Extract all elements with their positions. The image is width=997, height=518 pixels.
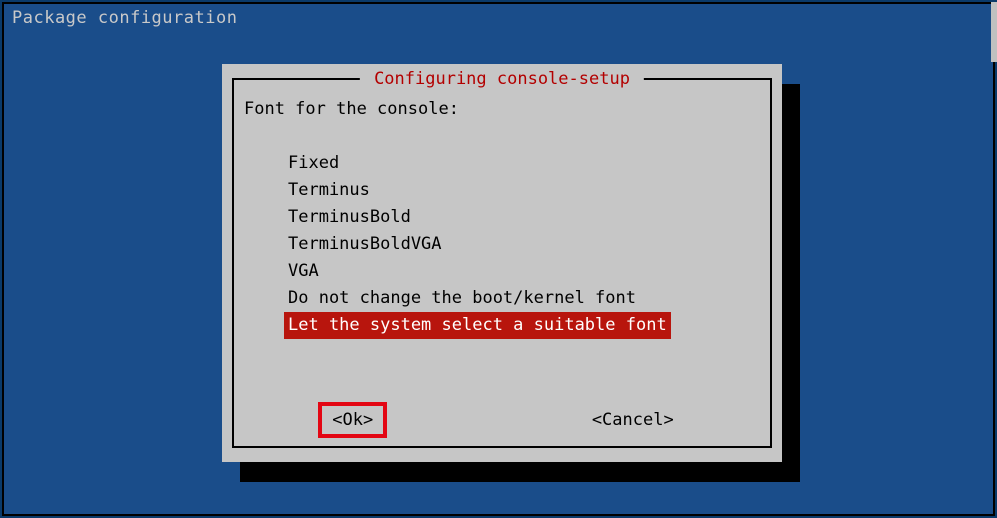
dialog-title: Configuring console-setup [360, 69, 644, 89]
font-option-terminus[interactable]: Terminus [288, 177, 370, 204]
font-option-terminusboldvga[interactable]: TerminusBoldVGA [288, 231, 442, 258]
terminal-screen: Package configuration Configuring consol… [2, 2, 995, 516]
dialog-prompt: Font for the console: [244, 96, 760, 123]
font-option-fixed[interactable]: Fixed [288, 150, 339, 177]
page-title: Package configuration [4, 4, 993, 32]
dialog-content: Font for the console: Fixed Terminus Ter… [244, 96, 760, 339]
scrollbar-thumb[interactable] [991, 2, 997, 62]
font-option-no-change[interactable]: Do not change the boot/kernel font [288, 285, 636, 312]
font-option-list: Fixed Terminus TerminusBold TerminusBold… [288, 150, 760, 339]
cancel-button[interactable]: <Cancel> [586, 408, 680, 432]
font-option-vga[interactable]: VGA [288, 258, 319, 285]
font-option-terminusbold[interactable]: TerminusBold [288, 204, 411, 231]
ok-button[interactable]: <Ok> [318, 402, 387, 438]
font-option-auto-select[interactable]: Let the system select a suitable font [284, 312, 671, 339]
dialog-buttons: <Ok> <Cancel> [222, 408, 782, 432]
config-dialog: Configuring console-setup Font for the c… [222, 64, 782, 462]
